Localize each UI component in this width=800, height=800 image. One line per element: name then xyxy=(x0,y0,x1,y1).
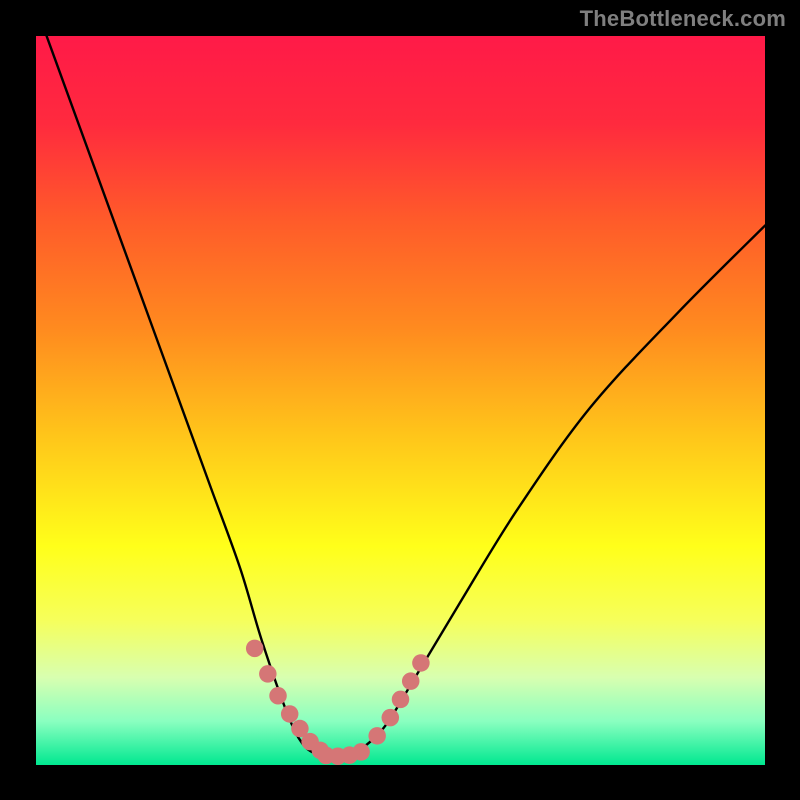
curve-marker xyxy=(269,687,287,705)
curve-marker xyxy=(412,654,430,672)
curve-marker xyxy=(259,665,277,683)
curve-marker xyxy=(352,743,370,761)
watermark-label: TheBottleneck.com xyxy=(580,6,786,32)
curve-marker xyxy=(402,672,420,690)
bottleneck-chart xyxy=(0,0,800,800)
curve-marker xyxy=(392,691,410,709)
curve-marker xyxy=(281,705,299,723)
curve-marker xyxy=(368,727,386,745)
chart-stage: TheBottleneck.com xyxy=(0,0,800,800)
curve-marker xyxy=(246,640,264,658)
plot-background xyxy=(36,36,765,765)
curve-marker xyxy=(382,709,400,727)
